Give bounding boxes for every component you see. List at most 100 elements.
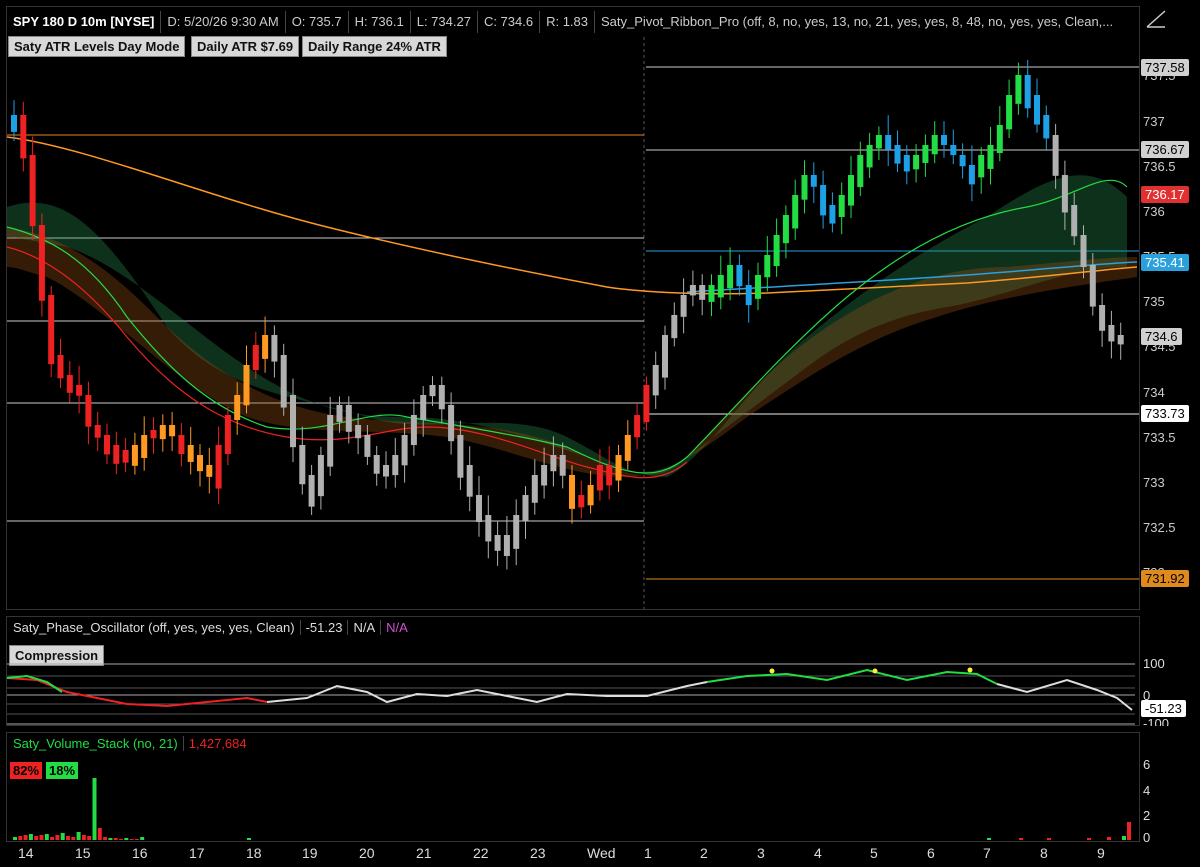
candle-body: [20, 115, 27, 159]
price-chart[interactable]: [7, 37, 1139, 609]
volume-bar: [103, 837, 108, 840]
oscillator-chart[interactable]: [7, 640, 1139, 726]
candle-body: [987, 145, 994, 169]
date-label: D: 5/20/26 9:30 AM: [161, 11, 286, 33]
volume-bar: [55, 835, 60, 840]
price-tag-2: 736.67: [1141, 141, 1189, 158]
volume-chart[interactable]: [7, 756, 1139, 842]
volume-bar: [134, 839, 139, 840]
osc-line-green: [706, 668, 998, 685]
volume-bar: [23, 835, 28, 840]
candle-body: [755, 275, 761, 299]
volume-bar: [66, 836, 70, 840]
candle-body: [448, 405, 455, 442]
volume-bar: [1127, 822, 1131, 840]
osc-signal-dot: [967, 667, 973, 673]
drawing-tool-icon[interactable]: [1144, 8, 1168, 30]
volume-bar: [92, 778, 97, 840]
candle-body: [457, 435, 464, 478]
candle-body: [596, 465, 603, 491]
candle-body: [169, 425, 176, 437]
candle-body: [1071, 205, 1078, 237]
candle-body: [1043, 115, 1050, 139]
candle-body: [57, 355, 64, 379]
candle-body: [308, 475, 315, 507]
volume-bar: [1087, 838, 1091, 840]
price-axis-label: 733: [1143, 475, 1165, 490]
candle-body: [392, 455, 399, 476]
candle-body: [401, 435, 408, 466]
candle-body: [922, 145, 929, 163]
candle-body: [438, 385, 445, 410]
candle-body: [885, 135, 892, 150]
candle-body: [252, 345, 259, 371]
candle-body: [782, 215, 789, 244]
volume-bar: [50, 837, 55, 840]
candle-body: [355, 425, 362, 439]
candle-body: [280, 355, 287, 408]
time-axis-label: 18: [246, 845, 262, 861]
price-tag-7: 731.92: [1141, 570, 1189, 587]
candle-body: [476, 495, 482, 522]
candle-body: [959, 155, 966, 167]
volume-bar: [1019, 838, 1023, 840]
volume-value: 1,427,684: [188, 736, 247, 751]
volume-bar: [247, 838, 251, 840]
price-axis-label: 736: [1143, 204, 1165, 219]
candle-body: [903, 155, 910, 172]
time-axis-label: 23: [530, 845, 546, 861]
time-axis-label: Wed: [587, 845, 616, 861]
candle-body: [1099, 305, 1106, 331]
oscillator-name[interactable]: Saty_Phase_Oscillator (off, yes, yes, ye…: [8, 620, 301, 635]
candle-body: [875, 135, 882, 149]
candle-body: [559, 455, 566, 476]
candle-body: [662, 335, 668, 378]
candle-body: [290, 395, 296, 448]
candle-body: [122, 450, 129, 463]
candle-body: [85, 395, 92, 427]
candle-body: [466, 465, 473, 497]
osc-line-white: [266, 681, 708, 704]
volume-bar: [108, 838, 113, 840]
candle-body: [578, 495, 585, 508]
time-axis-label: 6: [927, 845, 935, 861]
candle-body: [420, 395, 427, 421]
candle-body: [131, 445, 138, 466]
candle-body: [76, 385, 83, 396]
volume-name[interactable]: Saty_Volume_Stack (no, 21): [8, 736, 184, 751]
candle-body: [634, 415, 641, 438]
candle-body: [606, 465, 613, 486]
volume-bar: [140, 837, 145, 840]
candle-body: [857, 155, 864, 188]
time-axis-label: 7: [983, 845, 991, 861]
candle-body: [429, 385, 436, 397]
time-axis-label: 16: [132, 845, 148, 861]
symbol-label[interactable]: SPY 180 D 10m [NYSE]: [7, 11, 162, 33]
candle-body: [978, 155, 985, 178]
symbol-header: SPY 180 D 10m [NYSE] D: 5/20/26 9:30 AM …: [7, 7, 1119, 37]
volume-header: Saty_Volume_Stack (no, 21) 1,427,684: [8, 736, 252, 751]
price-tag-3: 736.17: [1141, 186, 1189, 203]
candle-body: [1108, 325, 1115, 342]
candle-body: [569, 475, 575, 509]
volume-bars: [13, 778, 1131, 840]
price-tag-5: 734.6: [1141, 328, 1182, 345]
candle-body: [764, 255, 771, 278]
candle-body: [1034, 95, 1040, 125]
volume-bar: [81, 835, 86, 840]
osc-signal-dot: [872, 668, 878, 674]
candle-body: [485, 515, 492, 542]
candle-body: [848, 175, 854, 206]
candle-body: [150, 430, 157, 439]
oscillator-value: -51.23: [301, 620, 349, 635]
study-label[interactable]: Saty_Pivot_Ribbon_Pro (off, 8, no, yes, …: [595, 11, 1119, 33]
candle-body: [996, 125, 1003, 153]
volume-bar: [1047, 838, 1051, 840]
volume-bar: [1122, 836, 1126, 840]
osc-axis-100: 100: [1143, 656, 1165, 671]
time-axis-label: 1: [644, 845, 652, 861]
candle-body: [1006, 95, 1013, 130]
volume-bar: [76, 832, 81, 840]
candle-body: [345, 405, 352, 432]
candle-body: [810, 175, 817, 187]
